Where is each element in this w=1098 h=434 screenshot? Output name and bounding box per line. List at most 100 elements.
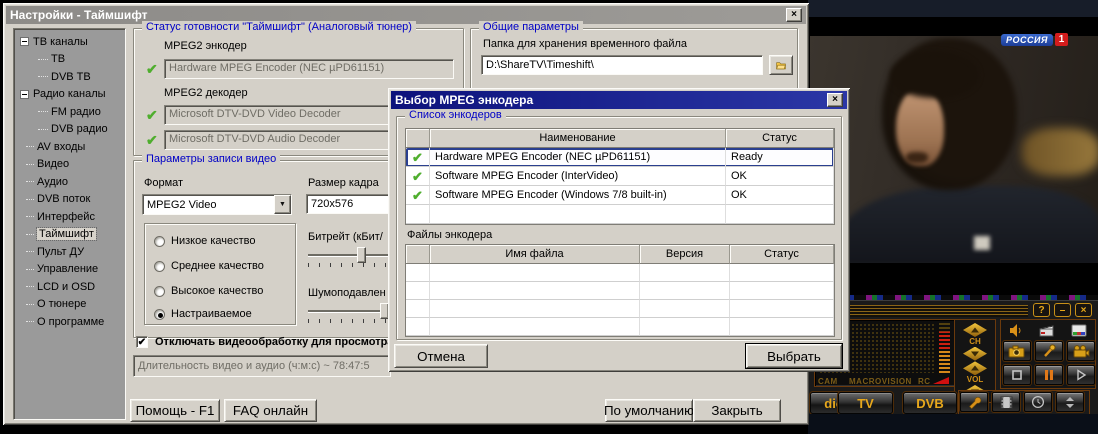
- led-rc-label: RC: [918, 377, 931, 386]
- panel-lower-strip: [808, 414, 1098, 434]
- encoders-table: Наименование Статус ✔ Hardware MPEG Enco…: [405, 128, 835, 225]
- col-file-status[interactable]: Статус: [730, 245, 834, 264]
- speaker-icon[interactable]: [1009, 324, 1024, 337]
- encoder-row-selected[interactable]: ✔ Hardware MPEG Encoder (NEC µPD61151) R…: [406, 148, 834, 167]
- encoder-ok-icon: ✔: [146, 62, 158, 76]
- format-label: Формат: [144, 177, 183, 189]
- playback-zone: [1000, 319, 1096, 389]
- quality-medium-radio[interactable]: Среднее качество: [154, 260, 264, 272]
- video-picture: [810, 36, 1098, 263]
- encoder-row-empty[interactable]: [406, 205, 834, 224]
- recordings-button[interactable]: [992, 392, 1020, 412]
- sidebar-item-lcd-osd[interactable]: LCD и OSD: [14, 278, 125, 296]
- microphone-icon: [1042, 344, 1057, 358]
- status-group-title: Статус готовности "Таймшифт" (Аналоговый…: [142, 21, 416, 33]
- help-button[interactable]: Помощь - F1: [130, 399, 220, 422]
- stop-icon: [1011, 369, 1023, 381]
- quality-custom-radio[interactable]: Настраиваемое: [154, 308, 252, 320]
- panel-minimize-button[interactable]: –: [1054, 303, 1071, 317]
- record-group-title: Параметры записи видео: [142, 153, 280, 165]
- mustache-shape: [906, 152, 928, 163]
- channel-logo-number: 1: [1055, 33, 1068, 46]
- settings-button[interactable]: [960, 392, 988, 412]
- snapshot-button[interactable]: [1003, 341, 1031, 361]
- sidebar-item-dvb-stream[interactable]: DVB поток: [14, 191, 125, 209]
- encoder-dialog: Выбор MPEG энкодера × Список энкодеров Н…: [388, 88, 850, 372]
- encoder-dialog-close-button[interactable]: ×: [827, 93, 843, 107]
- sidebar-item-dvb-tv[interactable]: DVB ТВ: [14, 68, 125, 86]
- player-control-panel: ? – × CAM MACROVISION RC CH VOL: [808, 300, 1098, 414]
- col-name[interactable]: Наименование: [430, 129, 726, 148]
- clapperboard-icon[interactable]: [1039, 324, 1055, 337]
- folder-path-input[interactable]: [481, 55, 763, 75]
- sidebar-item-remote[interactable]: Пульт ДУ: [14, 243, 125, 261]
- screen: РОССИЯ 1 ? – × CAM MACROVISION RC CH VOL: [0, 0, 1098, 434]
- quality-low-radio[interactable]: Низкое качество: [154, 235, 256, 247]
- row-check-icon: ✔: [412, 151, 423, 164]
- wrench-icon: [967, 395, 981, 409]
- video-area: РОССИЯ 1: [808, 17, 1098, 301]
- sidebar-item-tv[interactable]: ТВ: [14, 51, 125, 69]
- col-version[interactable]: Версия: [640, 245, 730, 264]
- file-row-empty: [406, 318, 834, 336]
- collar-shape: [974, 236, 990, 250]
- channel-logo-text: РОССИЯ: [1001, 34, 1053, 46]
- encoder-list-group: Список энкодеров Наименование Статус ✔ H…: [396, 116, 842, 340]
- audio-decoder-ok-icon: ✔: [146, 133, 158, 147]
- sidebar-item-fm-radio[interactable]: FM радио: [14, 103, 125, 121]
- frame-size-input[interactable]: [306, 194, 390, 214]
- channel-up-button[interactable]: [963, 323, 987, 337]
- dvb-mode-button[interactable]: DVB: [903, 392, 957, 414]
- close-button[interactable]: Закрыть: [693, 399, 781, 422]
- select-button[interactable]: Выбрать: [746, 344, 842, 368]
- channel-down-button[interactable]: [963, 347, 987, 361]
- faq-button[interactable]: FAQ онлайн: [224, 399, 317, 422]
- microphone-button[interactable]: [1035, 341, 1063, 361]
- camera-icon: [1008, 345, 1026, 358]
- sidebar-item-control[interactable]: Управление: [14, 261, 125, 279]
- play-button[interactable]: [1067, 365, 1095, 385]
- encoder-row[interactable]: ✔ Software MPEG Encoder (InterVideo) OK: [406, 167, 834, 186]
- display-icon[interactable]: [1071, 324, 1087, 337]
- tree-collapse-icon[interactable]: [20, 90, 29, 99]
- stop-button[interactable]: [1003, 365, 1031, 385]
- scheduler-button[interactable]: [1024, 392, 1052, 412]
- format-value: MPEG2 Video: [143, 199, 274, 211]
- encoder-value-field: Hardware MPEG Encoder (NEC µPD61151): [164, 59, 454, 79]
- col-status[interactable]: Статус: [726, 129, 834, 148]
- encoder-row[interactable]: ✔ Software MPEG Encoder (Windows 7/8 bui…: [406, 186, 834, 205]
- bitrate-slider-thumb[interactable]: [357, 247, 366, 263]
- sidebar-item-dvb-radio[interactable]: DVB радио: [14, 121, 125, 139]
- pause-button[interactable]: [1035, 365, 1063, 385]
- signal-wedge-icon: [933, 377, 949, 384]
- disable-processing-label: Отключать видеообработку для просмотра: [155, 336, 393, 348]
- sidebar-item-video[interactable]: Видео: [14, 156, 125, 174]
- tree-collapse-icon[interactable]: [20, 37, 29, 46]
- volume-up-button[interactable]: [963, 361, 987, 375]
- defaults-button[interactable]: По умолчанию: [605, 399, 693, 422]
- sidebar-item-about-program[interactable]: О программе: [14, 313, 125, 331]
- format-combobox[interactable]: MPEG2 Video ▼: [142, 194, 292, 215]
- panel-close-button[interactable]: ×: [1075, 303, 1092, 317]
- bitrate-label: Битрейт (кБит/: [308, 231, 383, 243]
- col-file-name[interactable]: Имя файла: [430, 245, 640, 264]
- sidebar-item-timeshift[interactable]: Таймшифт: [14, 226, 125, 244]
- encoders-table-header: Наименование Статус: [406, 129, 834, 148]
- sidebar-item-audio[interactable]: Аудио: [14, 173, 125, 191]
- tv-mode-button[interactable]: TV: [838, 392, 893, 414]
- sidebar-item-radio-channels[interactable]: Радио каналы: [14, 86, 125, 104]
- quality-high-radio[interactable]: Высокое качество: [154, 285, 263, 297]
- sidebar-item-about-tuner[interactable]: О тюнере: [14, 296, 125, 314]
- sidebar-item-av-inputs[interactable]: AV входы: [14, 138, 125, 156]
- combo-dropdown-icon[interactable]: ▼: [274, 195, 291, 214]
- panel-expand-button[interactable]: [1056, 392, 1084, 412]
- settings-close-button[interactable]: ×: [786, 8, 802, 22]
- panel-help-button[interactable]: ?: [1033, 303, 1050, 317]
- disable-processing-checkbox[interactable]: ✔: [136, 336, 148, 348]
- browse-folder-button[interactable]: [769, 55, 793, 75]
- sidebar-item-tv-channels[interactable]: ТВ каналы: [14, 33, 125, 51]
- cancel-button[interactable]: Отмена: [394, 344, 488, 368]
- mode-buttons-row: dio TV DVB: [808, 392, 1098, 414]
- sidebar-item-interface[interactable]: Интерфейс: [14, 208, 125, 226]
- record-video-button[interactable]: [1067, 341, 1095, 361]
